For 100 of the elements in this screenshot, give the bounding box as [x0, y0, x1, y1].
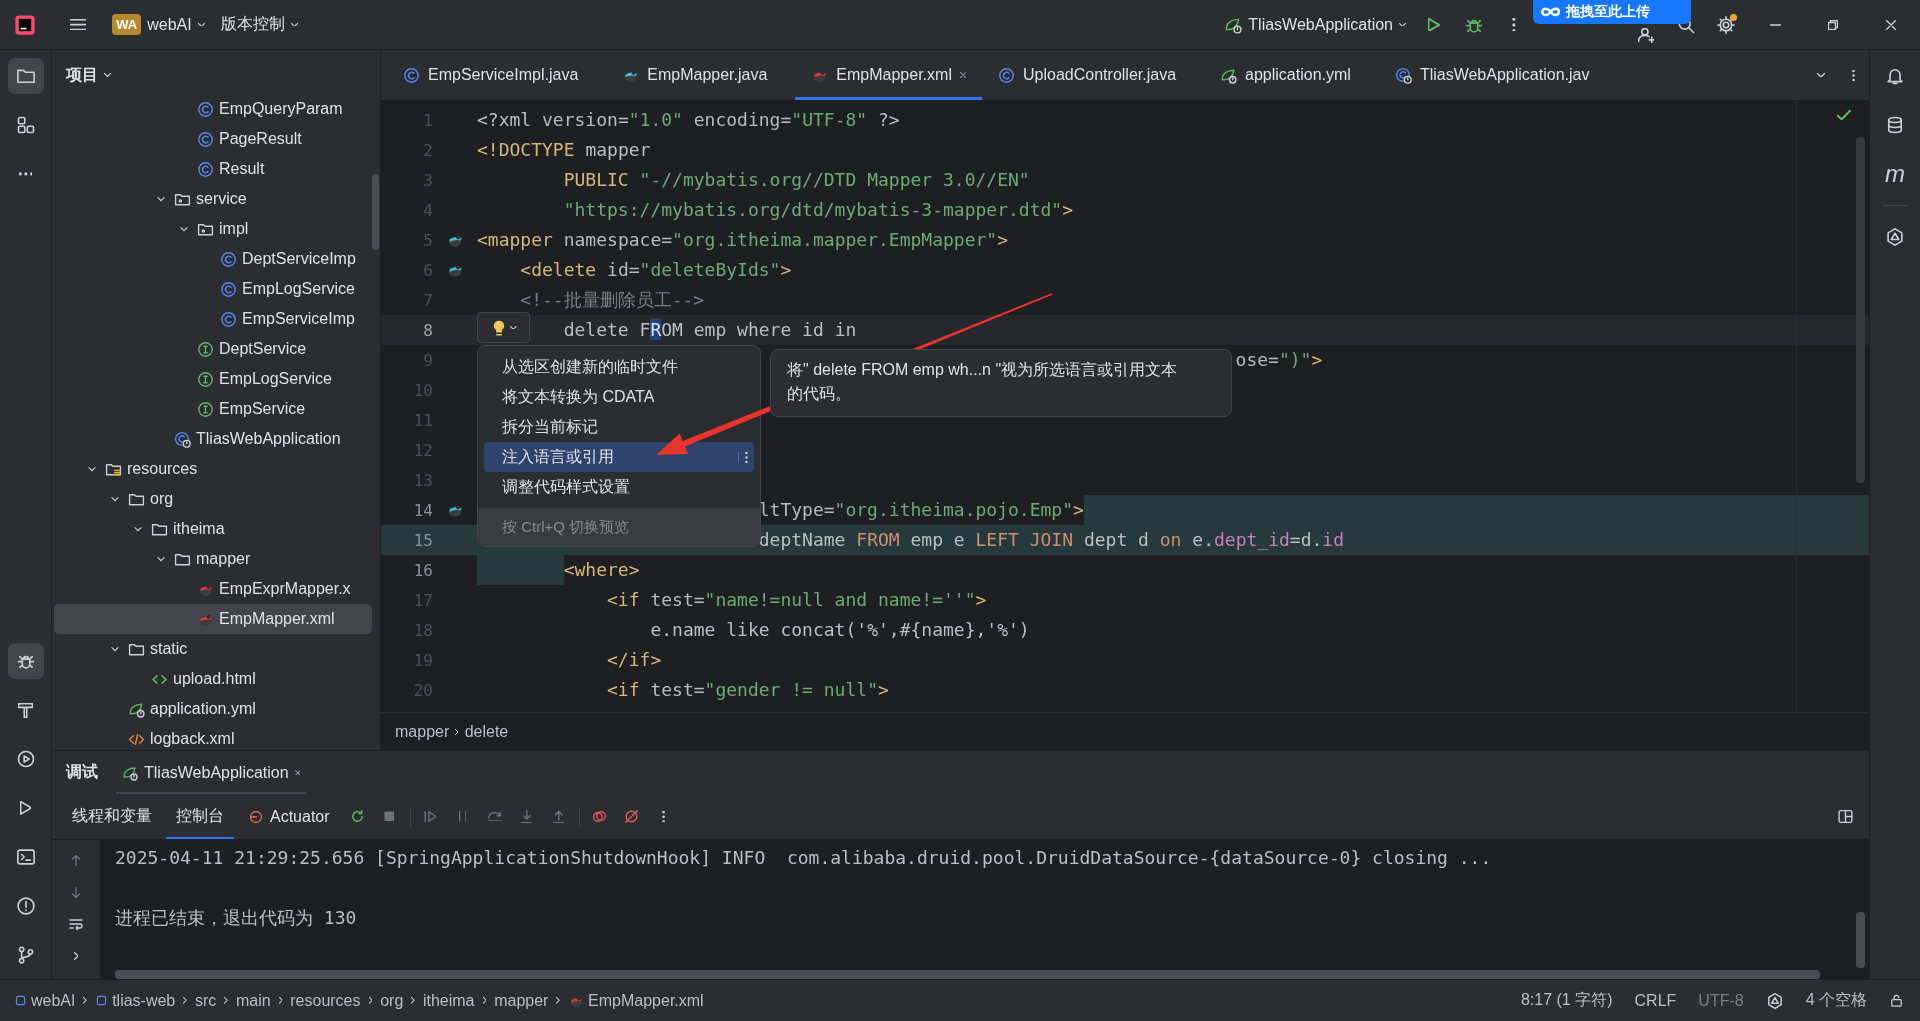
- debug-tab[interactable]: Actuator: [238, 794, 340, 839]
- more-icon: [18, 172, 33, 176]
- project-switcher[interactable]: WA webAI: [104, 7, 213, 42]
- folder-tool-button[interactable]: [7, 58, 44, 94]
- editor-tab[interactable]: EmpServiceImpl.java: [387, 50, 607, 100]
- terminal-icon: [15, 847, 36, 867]
- app-logo-icon[interactable]: [14, 13, 36, 36]
- tree-label: application.yml: [150, 700, 256, 718]
- path-item[interactable]: EmpMapper.xml: [568, 991, 704, 1010]
- menu-item[interactable]: 调整代码样式设置: [484, 472, 754, 502]
- path-item[interactable]: itheima: [422, 991, 475, 1010]
- tree-item[interactable]: upload.html: [54, 664, 372, 694]
- chevron-right-icon: [224, 997, 228, 1004]
- code-line: <where>: [563, 558, 640, 582]
- code-line: ltType="org.itheima.pojo.Emp">: [758, 498, 1084, 522]
- tree-label: upload.html: [173, 670, 256, 688]
- tree-item[interactable]: Result: [54, 154, 372, 184]
- path-item[interactable]: src: [194, 991, 217, 1010]
- path-item[interactable]: tlias-web: [95, 991, 176, 1010]
- menu-item[interactable]: 将文本转换为 CDATA: [484, 382, 754, 412]
- tree-item[interactable]: EmpLogService: [54, 274, 372, 304]
- indent-setting[interactable]: 4 个空格: [1805, 990, 1867, 1011]
- chevron-right-icon: [73, 952, 79, 960]
- tree-item[interactable]: DeptServiceImp: [54, 244, 372, 274]
- tree-item[interactable]: itheima: [54, 514, 372, 544]
- tree-item[interactable]: EmpMapper.xml: [54, 604, 372, 634]
- tree-item[interactable]: resources: [54, 454, 372, 484]
- path-item[interactable]: resources: [290, 991, 361, 1010]
- console-line: 2025-04-11 21:29:25.656 [SpringApplicationShutdownHook] INFO com.alibaba.druid.pool.DruidDataSource-{dataSource-0} closing ...: [115, 846, 1493, 870]
- project-panel-title[interactable]: 项目: [66, 64, 98, 86]
- soft-wrap-icon: [68, 916, 84, 932]
- restore-icon: [1828, 19, 1838, 30]
- code-line: <if test="name!=null and name!=''">: [607, 588, 987, 612]
- tree-item[interactable]: application.yml: [54, 694, 372, 724]
- debug-tool-button[interactable]: [7, 643, 44, 679]
- tree-label: DeptService: [219, 340, 307, 358]
- pause-icon: [458, 811, 467, 822]
- code-line: <mapper namespace="org.itheima.mapper.EmpMapper">: [477, 228, 1009, 252]
- path-item[interactable]: webAI: [14, 991, 76, 1010]
- mute-breakpoints-icon: [623, 808, 641, 825]
- breadcrumb-item[interactable]: mapper: [395, 722, 450, 741]
- code-line: </if>: [607, 648, 662, 672]
- tree-item[interactable]: PageResult: [54, 124, 372, 154]
- debug-tab[interactable]: 线程和变量: [62, 794, 162, 839]
- menu-item[interactable]: 拆分当前标记: [484, 412, 754, 442]
- menu-item[interactable]: 注入语言或引用: [484, 442, 754, 472]
- tree-item[interactable]: TliasWebApplication: [54, 424, 372, 454]
- panel-title: 调试: [66, 762, 98, 782]
- tree-item[interactable]: EmpQueryParam: [54, 94, 372, 124]
- upload-toast[interactable]: 拖拽至此上传: [1533, 0, 1691, 24]
- lock-icon[interactable]: [1889, 993, 1904, 1008]
- tree-item[interactable]: EmpServiceImp: [54, 304, 372, 334]
- infinity-icon: [1541, 7, 1561, 17]
- scrollbar-thumb[interactable]: [1856, 137, 1865, 483]
- tree-item[interactable]: mapper: [54, 544, 372, 574]
- path-item[interactable]: org: [380, 991, 404, 1010]
- editor-tab[interactable]: application.yml: [1204, 50, 1379, 100]
- scrollbar-thumb[interactable]: [372, 174, 379, 250]
- tree-item[interactable]: logback.xml: [54, 724, 372, 750]
- debug-tab[interactable]: 控制台: [166, 794, 234, 839]
- breadcrumb-item[interactable]: delete: [464, 722, 509, 741]
- tree-item[interactable]: EmpService: [54, 394, 372, 424]
- add-user-icon: [1637, 27, 1655, 43]
- module-icon: [95, 994, 109, 1007]
- editor-tab[interactable]: UploadController.java: [982, 50, 1205, 100]
- maven-button[interactable]: m: [1877, 156, 1913, 192]
- code-line: <?xml version="1.0" encoding="UTF-8" ?>: [477, 108, 900, 132]
- tree-item[interactable]: DeptService: [54, 334, 372, 364]
- tree-item[interactable]: EmpLogService: [54, 364, 372, 394]
- path-item[interactable]: mapper: [494, 991, 549, 1010]
- star-knot-icon[interactable]: [1765, 991, 1784, 1010]
- vcs-menu[interactable]: 版本控制: [212, 7, 306, 42]
- warning-icon: [15, 896, 36, 916]
- tree-item[interactable]: impl: [54, 214, 372, 244]
- tree-item[interactable]: service: [54, 184, 372, 214]
- scrollbar-thumb[interactable]: [1856, 912, 1865, 968]
- code-line: deptName FROM emp e LEFT JOIN dept d on e.dept_id=d.id: [758, 528, 1345, 552]
- class-icon: [197, 130, 214, 148]
- run-configuration[interactable]: TliasWebApplication: [1216, 7, 1414, 42]
- editor-tab[interactable]: TliasWebApplication.jav: [1378, 50, 1618, 100]
- intention-bulb-button[interactable]: [477, 312, 530, 343]
- editor-tab[interactable]: EmpMapper.xml: [795, 50, 983, 100]
- editor-tab[interactable]: EmpMapper.java: [606, 50, 796, 100]
- tree-item[interactable]: org: [54, 484, 372, 514]
- tree-item[interactable]: static: [54, 634, 372, 664]
- scrollbar-thumb[interactable]: [115, 970, 1820, 979]
- chevron-down-icon: [197, 22, 205, 27]
- tab-close-button[interactable]: [959, 71, 967, 79]
- tree-label: org: [150, 490, 174, 508]
- database-icon: [1885, 115, 1905, 135]
- more-options-button[interactable]: [738, 451, 748, 463]
- chevron-right-icon: [482, 997, 487, 1004]
- line-separator[interactable]: CRLF: [1634, 991, 1677, 1010]
- session-tab[interactable]: TliasWebApplication: [116, 751, 307, 794]
- path-item[interactable]: main: [235, 991, 271, 1010]
- gauge-icon: [248, 808, 264, 825]
- caret-position[interactable]: 8:17 (1 字符): [1520, 990, 1613, 1011]
- menu-item[interactable]: 从选区创建新的临时文件: [484, 352, 754, 382]
- tree-item[interactable]: EmpExprMapper.x: [54, 574, 372, 604]
- line-number: 14: [412, 500, 433, 520]
